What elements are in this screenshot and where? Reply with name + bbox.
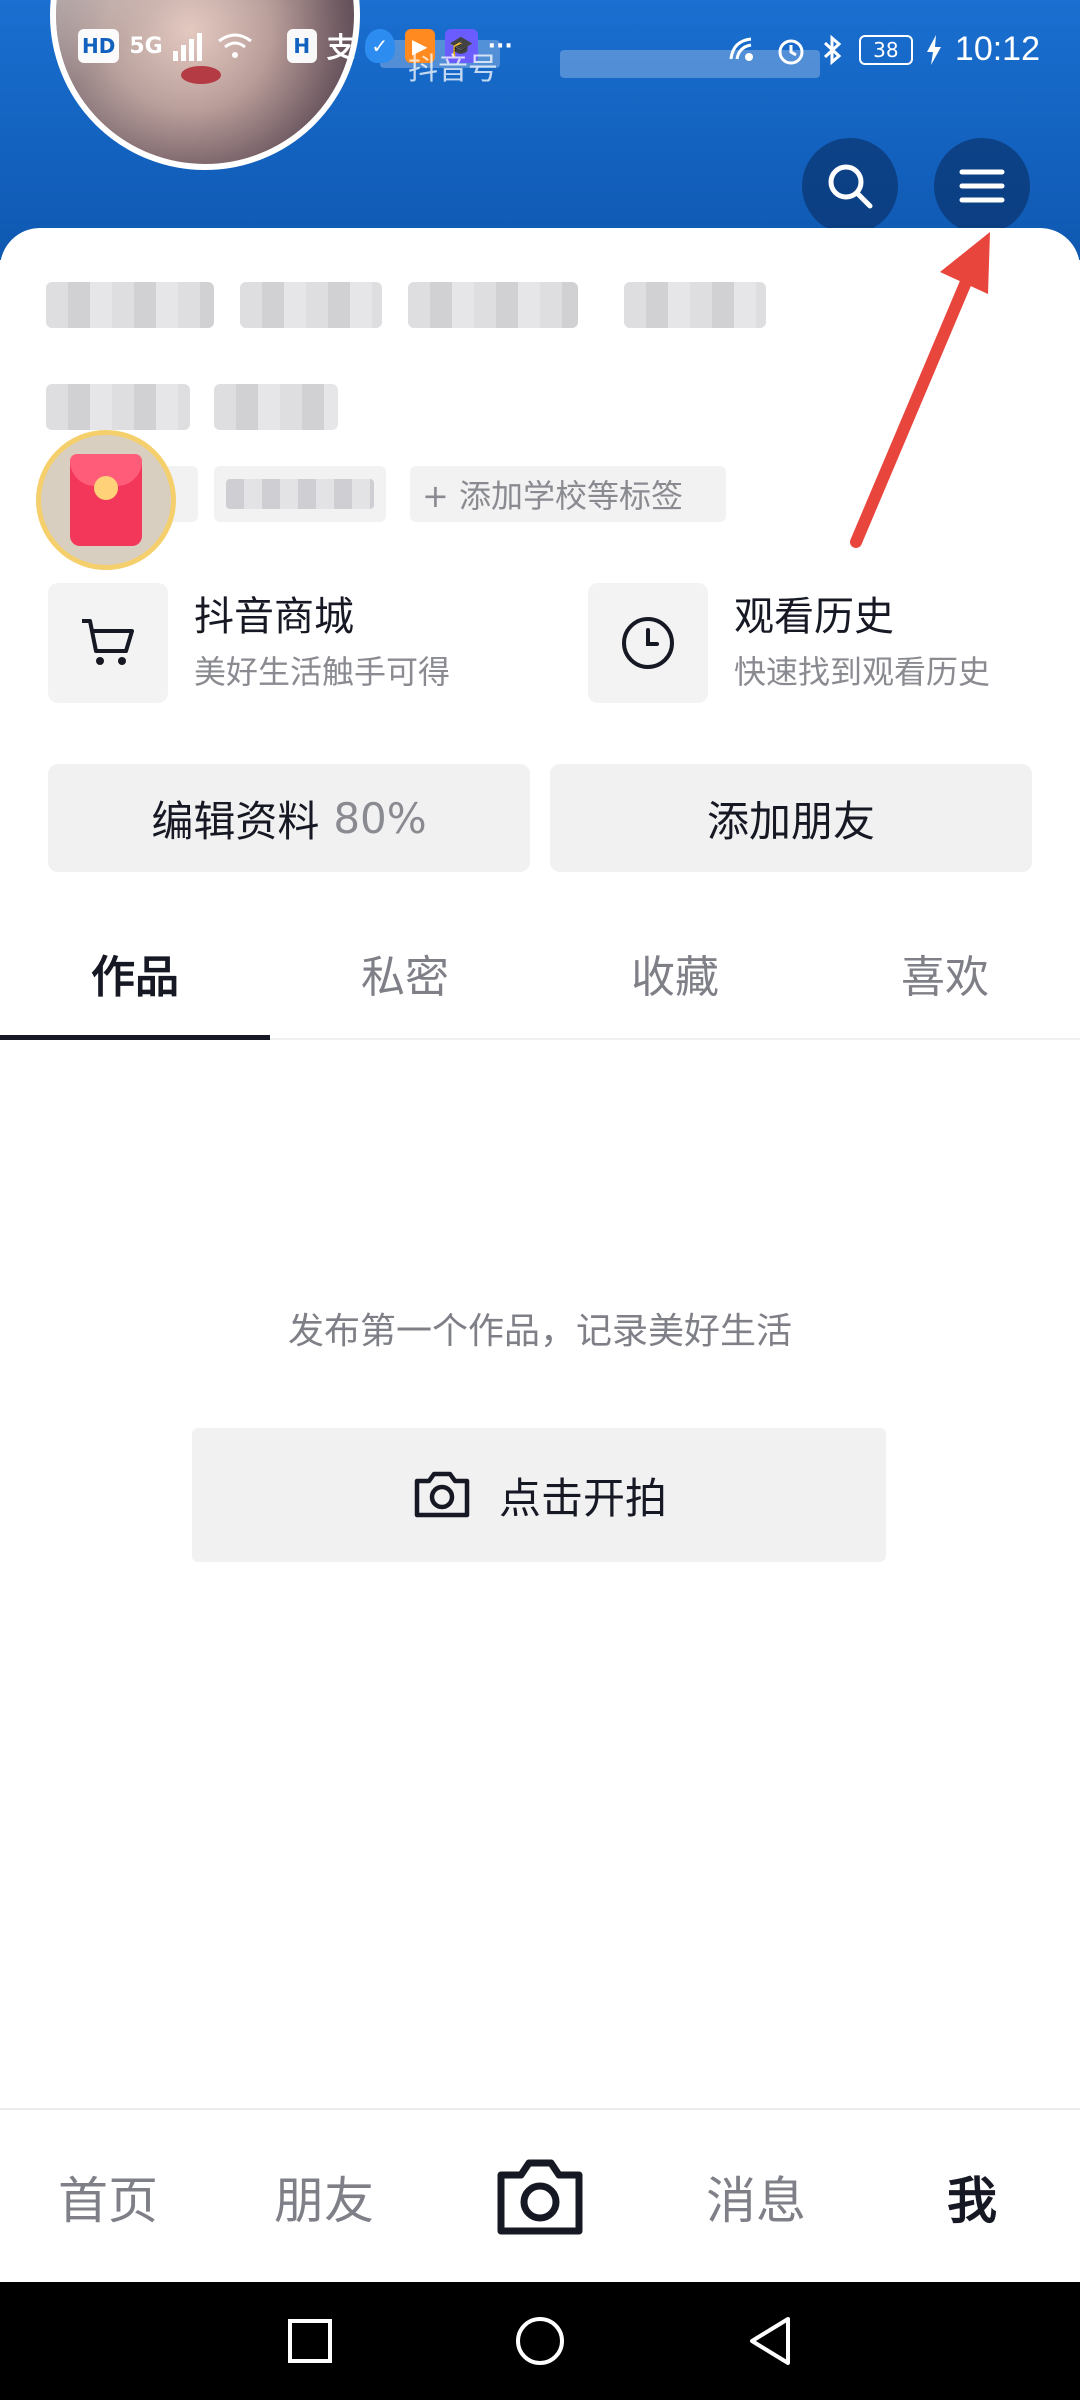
alarm-icon: [778, 39, 804, 64]
back-button[interactable]: [710, 2282, 830, 2400]
tab-label: 收藏: [631, 952, 719, 1003]
search-button[interactable]: [802, 138, 898, 234]
edit-profile-button[interactable]: 编辑资料 80%: [48, 764, 530, 872]
add-tag-label: + 添加学校等标签: [422, 477, 683, 515]
system-navigation-bar: [0, 2282, 1080, 2400]
douyin-id-label: 抖音号: [408, 52, 498, 87]
nav-friends[interactable]: 朋友: [216, 2110, 432, 2284]
tab-label: 喜欢: [901, 952, 989, 1003]
clock-icon: [622, 617, 674, 669]
recent-apps-button[interactable]: [250, 2282, 370, 2400]
start-shooting-button[interactable]: 点击开拍: [192, 1428, 886, 1562]
blurred-stat: [46, 282, 214, 328]
nav-me[interactable]: 我: [864, 2110, 1080, 2284]
blurred-bio: [46, 384, 190, 430]
feature-subtitle: 快速找到观看历史: [734, 653, 991, 691]
add-tag-button[interactable]: + 添加学校等标签: [410, 466, 726, 522]
tab-works[interactable]: 作品: [0, 908, 270, 1040]
app-h-icon: H: [286, 29, 317, 63]
bluetooth-icon: [823, 34, 842, 65]
active-tab-indicator: [0, 1035, 270, 1040]
feature-title: 观看历史: [734, 594, 894, 640]
add-friends-button[interactable]: 添加朋友: [550, 764, 1032, 872]
bottom-navigation: 首页 朋友 消息 我: [0, 2108, 1080, 2282]
blurred-stat: [624, 282, 766, 328]
feature-subtitle: 美好生活触手可得: [194, 653, 451, 691]
camera-icon: [497, 2159, 583, 2235]
camera-icon: [414, 1471, 470, 1518]
watch-history-entry[interactable]: 观看历史 快速找到观看历史: [588, 582, 990, 704]
content-tabs: 作品 私密 收藏 喜欢: [0, 908, 1080, 1040]
battery-indicator: 38: [858, 34, 913, 65]
tab-label: 私密: [361, 952, 449, 1003]
add-friends-label: 添加朋友: [706, 796, 875, 846]
nav-label: 首页: [58, 2172, 158, 2230]
tab-favorites[interactable]: 收藏: [540, 908, 810, 1038]
blurred-stat: [408, 282, 578, 328]
red-packet-float[interactable]: [36, 430, 176, 570]
profile-header: HD 5G H 支 ✓ ▶ 🎓 ··· 抖音号 38 10:12: [0, 0, 1080, 260]
network-type: 5G: [129, 33, 163, 59]
search-icon: [828, 164, 873, 209]
blurred-location: [226, 479, 374, 509]
clock-icon-box: [588, 583, 708, 703]
clock-time: 10:12: [954, 30, 1040, 68]
nav-label: 我: [947, 2172, 997, 2230]
menu-icon: [959, 169, 1005, 203]
feature-title: 抖音商城: [194, 594, 354, 640]
tab-label: 作品: [91, 952, 179, 1003]
profile-completion: 80%: [333, 793, 427, 843]
hotspot-icon: [729, 37, 753, 61]
nav-messages[interactable]: 消息: [648, 2110, 864, 2284]
circle-icon: [516, 2317, 564, 2365]
nav-home[interactable]: 首页: [0, 2110, 216, 2284]
alipay-icon: 支: [326, 31, 355, 64]
status-icons-right: 38 10:12: [727, 30, 1040, 69]
cart-icon: [82, 619, 134, 665]
wifi-icon: [217, 33, 252, 58]
blurred-stat: [240, 282, 382, 328]
location-tag[interactable]: [214, 466, 386, 522]
home-button[interactable]: [480, 2282, 600, 2400]
red-envelope-icon: [70, 454, 142, 546]
charging-icon: [926, 34, 941, 65]
square-icon: [288, 2319, 332, 2363]
nav-camera[interactable]: [432, 2110, 648, 2284]
signal-icon: [172, 33, 202, 61]
shield-icon: ✓: [364, 29, 395, 63]
tab-private[interactable]: 私密: [270, 908, 540, 1038]
nav-label: 消息: [706, 2172, 806, 2230]
status-bar: HD 5G H 支 ✓ ▶ 🎓 ··· 抖音号 38 10:12: [0, 26, 1080, 87]
edit-profile-label: 编辑资料: [151, 796, 320, 846]
empty-state-message: 发布第一个作品，记录美好生活: [287, 1311, 792, 1352]
douyin-mall-entry[interactable]: 抖音商城 美好生活触手可得: [48, 582, 450, 704]
hd-icon: HD: [78, 29, 120, 63]
blurred-bio: [214, 384, 338, 430]
start-shooting-label: 点击开拍: [498, 1473, 667, 1523]
cart-icon-box: [48, 583, 168, 703]
triangle-back-icon: [750, 2317, 790, 2365]
menu-button[interactable]: [934, 138, 1030, 234]
tab-likes[interactable]: 喜欢: [810, 908, 1080, 1038]
nav-label: 朋友: [274, 2172, 374, 2230]
